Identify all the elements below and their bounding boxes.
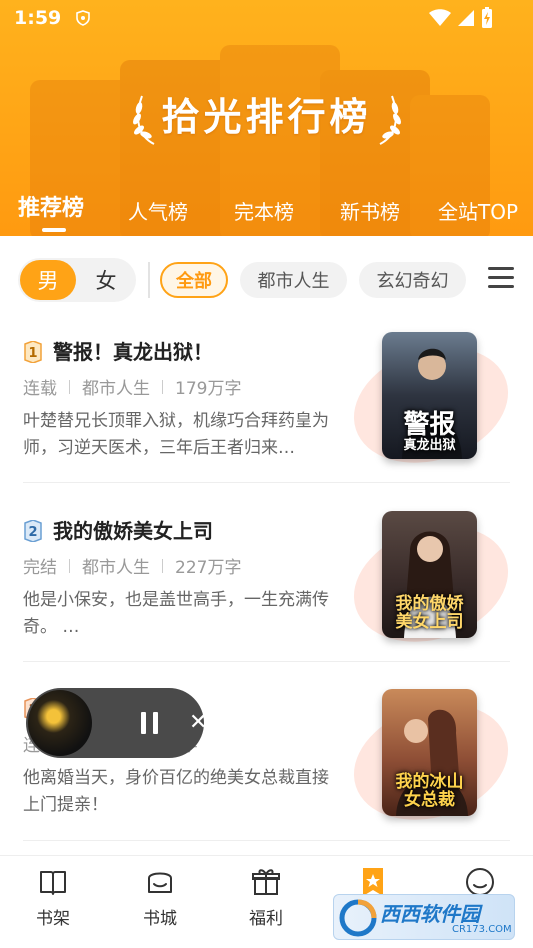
meta-separator bbox=[69, 558, 70, 573]
book-cover-wrap[interactable]: 警报 真龙出狱 bbox=[338, 328, 524, 482]
cover-title: 警报 真龙出狱 bbox=[403, 410, 456, 454]
meta-separator bbox=[69, 379, 70, 394]
tab-site-top[interactable]: 全站TOP bbox=[438, 196, 518, 225]
player-cover-art[interactable] bbox=[28, 690, 92, 756]
gender-male-button[interactable]: 男 bbox=[20, 260, 76, 300]
book-title[interactable]: 警报！真龙出狱！ bbox=[53, 336, 213, 365]
book-description: 他是小保安，也是盖世高手，一生充满传奇。 … bbox=[23, 590, 329, 637]
rank-badge-icon: 2 bbox=[24, 520, 42, 542]
watermark-logo-icon bbox=[339, 899, 377, 937]
book-category: 都市人生 bbox=[82, 379, 150, 399]
nav-item-welfare[interactable]: 福利 bbox=[226, 866, 306, 929]
book-status: 完结 bbox=[23, 558, 57, 578]
active-tab-indicator bbox=[42, 228, 66, 232]
close-icon[interactable]: ✕ bbox=[189, 712, 209, 734]
book-meta: 完结 都市人生 227万字 bbox=[23, 553, 241, 578]
nav-item-bookstore[interactable]: 书城 bbox=[120, 866, 200, 929]
status-bar: 1:59 bbox=[0, 0, 533, 36]
row-divider bbox=[23, 840, 510, 841]
nav-label: 福利 bbox=[249, 909, 283, 929]
book-description: 他离婚当天，身价百亿的绝美女总裁直接上门提亲！ bbox=[23, 768, 329, 815]
book-meta: 连载 都市人生 179万字 bbox=[23, 374, 241, 399]
row-divider bbox=[23, 482, 510, 483]
book-open-icon bbox=[40, 871, 66, 895]
nav-label: 书城 bbox=[143, 909, 177, 929]
gift-icon bbox=[252, 869, 280, 895]
book-title[interactable]: 我的傲娇美女上司 bbox=[53, 515, 213, 544]
book-list-item[interactable]: 1 警报！真龙出狱！ 连载 都市人生 179万字 叶楚替兄长顶罪入狱，机缘巧合拜… bbox=[0, 328, 533, 492]
book-status: 连载 bbox=[23, 379, 57, 399]
pause-icon[interactable] bbox=[141, 712, 159, 734]
cover-title: 我的傲娇 美女上司 bbox=[395, 594, 464, 633]
meta-separator bbox=[162, 558, 163, 573]
book-cover[interactable]: 我的傲娇 美女上司 bbox=[382, 511, 477, 638]
tab-completed[interactable]: 完本榜 bbox=[234, 196, 294, 225]
rank-badge-icon: 1 bbox=[24, 341, 42, 363]
svg-text:1: 1 bbox=[28, 346, 37, 361]
category-chip-urban[interactable]: 都市人生 bbox=[240, 262, 347, 298]
tab-new-books[interactable]: 新书榜 bbox=[340, 196, 400, 225]
page-title-text: 拾光排行榜 bbox=[161, 94, 372, 139]
page-title: 拾光排行榜 bbox=[0, 86, 533, 141]
ranking-header: 1:59 拾光排行榜 推荐榜 人气榜 完本榜 新书榜 全站TOP bbox=[0, 0, 533, 236]
status-time: 1:59 bbox=[14, 7, 62, 29]
wifi-icon bbox=[429, 9, 451, 26]
gender-female-button[interactable]: 女 bbox=[78, 260, 134, 300]
gender-toggle: 男 女 bbox=[18, 258, 136, 302]
category-chip-all[interactable]: 全部 bbox=[160, 262, 228, 298]
cover-title: 我的冰山 女总裁 bbox=[395, 772, 464, 811]
shield-icon bbox=[76, 10, 91, 26]
category-menu-icon[interactable] bbox=[488, 267, 514, 291]
nav-label: 书架 bbox=[36, 909, 70, 929]
svg-text:2: 2 bbox=[28, 525, 37, 540]
book-word-count: 227万字 bbox=[175, 558, 242, 578]
book-cover-wrap[interactable]: 我的傲娇 美女上司 bbox=[338, 507, 524, 661]
tab-recommend[interactable]: 推荐榜 bbox=[18, 190, 84, 222]
meta-separator bbox=[162, 379, 163, 394]
signal-icon bbox=[458, 10, 474, 26]
book-word-count: 179万字 bbox=[175, 379, 242, 399]
watermark-subtext: CR173.COM bbox=[452, 924, 512, 935]
filter-row: 男 女 全部 都市人生 玄幻奇幻 bbox=[0, 258, 533, 302]
book-cover[interactable]: 警报 真龙出狱 bbox=[382, 332, 477, 459]
floating-audio-player[interactable]: ✕ bbox=[26, 688, 207, 758]
book-category: 都市人生 bbox=[82, 558, 150, 578]
row-divider bbox=[23, 661, 510, 662]
book-cover-wrap[interactable]: 我的冰山 女总裁 bbox=[338, 685, 524, 839]
battery-charging-icon bbox=[482, 7, 492, 28]
book-list-item[interactable]: 2 我的傲娇美女上司 完结 都市人生 227万字 他是小保安，也是盖世高手，一生… bbox=[0, 507, 533, 671]
status-icons bbox=[429, 7, 493, 29]
book-description: 叶楚替兄长顶罪入狱，机缘巧合拜药皇为师，习逆天医术，三年后王者归来… bbox=[23, 411, 329, 458]
watermark: 西西软件园 CR173.COM bbox=[333, 894, 515, 940]
nav-item-bookshelf[interactable]: 书架 bbox=[13, 866, 93, 929]
ranking-tabs: 推荐榜 人气榜 完本榜 新书榜 全站TOP bbox=[0, 190, 533, 236]
filter-divider bbox=[148, 262, 150, 298]
tab-popular[interactable]: 人气榜 bbox=[128, 196, 188, 225]
book-cover[interactable]: 我的冰山 女总裁 bbox=[382, 689, 477, 816]
store-icon bbox=[148, 872, 172, 893]
category-chip-fantasy[interactable]: 玄幻奇幻 bbox=[359, 262, 466, 298]
watermark-text: 西西软件园 bbox=[380, 902, 480, 926]
